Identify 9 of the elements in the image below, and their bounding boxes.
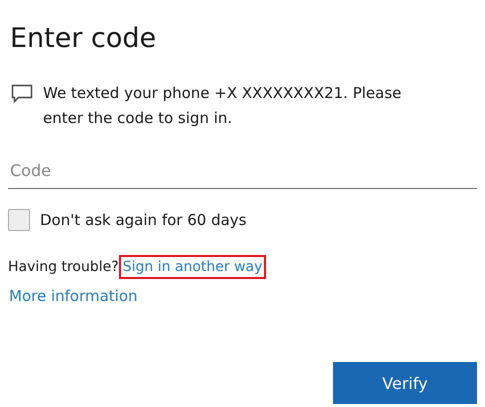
chat-bubble-icon [11,84,33,104]
verify-button[interactable]: Verify [333,362,477,404]
trouble-text: Having trouble? [8,259,119,275]
remember-label: Don't ask again for 60 days [40,211,246,229]
instruction-text: We texted your phone +X XXXXXXXX21. Please enter the code to sign in. [43,83,402,129]
more-information-link[interactable]: More information [8,287,139,305]
remember-checkbox[interactable] [8,209,30,231]
page-title: Enter code [10,22,158,56]
sign-in-another-way-link[interactable]: Sign in another way [118,255,266,279]
